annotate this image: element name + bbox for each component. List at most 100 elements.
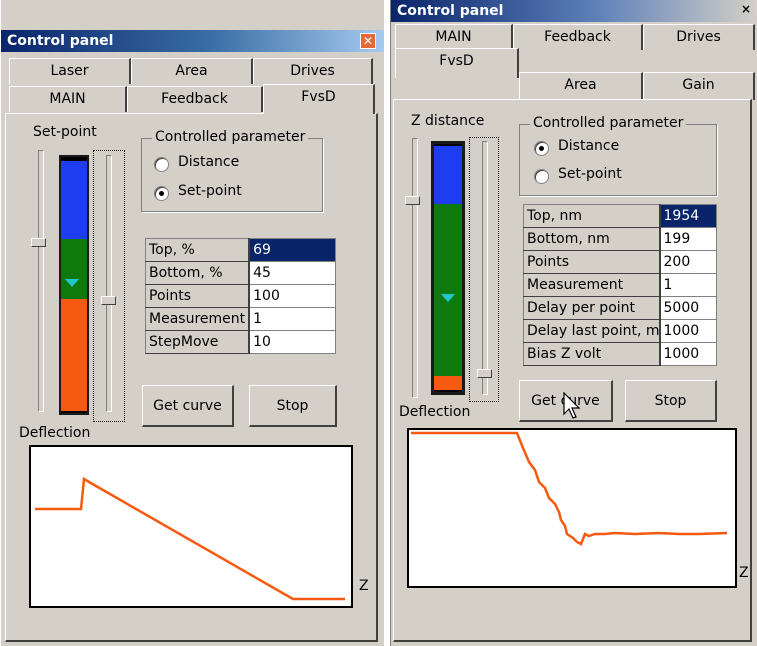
right-grid-value-bottom[interactable]: 199 [659, 227, 717, 251]
grid-row: Top, nm 1954 [523, 204, 717, 228]
left-secondary-thumb[interactable] [101, 296, 116, 305]
left-level-bar [59, 155, 89, 415]
left-bar-orange [61, 299, 87, 411]
right-grid-value-bias-z-volt[interactable]: 1000 [659, 342, 717, 366]
left-tab-fvsd[interactable]: FvsD [263, 84, 375, 114]
right-control-panel: Control panel × MAIN Feedback Drives Fvs… [390, 0, 757, 646]
left-curve-plot [29, 445, 353, 608]
left-grid-value-measurement[interactable]: 1 [248, 307, 337, 331]
left-slider-thumb[interactable] [31, 238, 46, 247]
right-tab-drives-label: Drives [676, 29, 721, 45]
left-tab-drives[interactable]: Drives [253, 58, 373, 84]
right-tab-gain[interactable]: Gain [643, 72, 755, 100]
left-grid-name-stepmove: StepMove [145, 330, 251, 354]
left-tab-main-label: MAIN [49, 91, 86, 107]
left-deflection-label: Deflection [19, 425, 91, 441]
left-radio-distance-label: Distance [178, 154, 240, 170]
left-grid-value-stepmove[interactable]: 10 [248, 330, 337, 354]
left-tab-area-label: Area [175, 63, 208, 79]
left-tab-feedback-label: Feedback [161, 91, 228, 107]
left-parameter-grid[interactable]: Top, % 69 Bottom, % 45 Points 100 Measureme… [145, 238, 337, 354]
left-setpoint-slider[interactable] [27, 150, 53, 415]
right-tab-fvsd-label: FvsD [439, 53, 474, 69]
right-grid-name-delay-per-point: Delay per point [523, 296, 661, 320]
left-secondary-slider[interactable] [95, 155, 121, 415]
right-curve-plot [407, 428, 737, 588]
left-close-icon[interactable]: ✕ [360, 33, 376, 49]
grid-row: Points 200 [523, 250, 717, 274]
right-grid-value-measurement[interactable]: 1 [659, 273, 717, 297]
right-slider-track [412, 138, 418, 398]
right-grid-value-top[interactable]: 1954 [659, 204, 717, 228]
right-bar-marker-icon [441, 294, 455, 302]
right-tab-feedback-label: Feedback [544, 29, 611, 45]
grid-row: Points 100 [145, 284, 337, 308]
left-grid-name-measurement: Measurement [145, 307, 251, 331]
right-tab-gain-label: Gain [682, 77, 715, 93]
mouse-cursor-icon [563, 392, 581, 419]
right-title-bar: Control panel × [391, 0, 757, 22]
left-tab-laser[interactable]: Laser [9, 58, 131, 84]
right-tab-main[interactable]: MAIN [395, 24, 513, 50]
left-grid-name-top: Top, % [145, 238, 251, 262]
right-curve-svg [411, 431, 728, 546]
grid-row: Delay per point 5000 [523, 296, 717, 320]
right-group-label: Controlled parameter [530, 115, 687, 131]
left-tab-main[interactable]: MAIN [9, 86, 127, 112]
grid-row: Bottom, % 45 [145, 261, 337, 285]
right-zdistance-slider[interactable] [401, 138, 427, 400]
grid-row: Bottom, nm 199 [523, 227, 717, 251]
right-grid-name-delay-last-point: Delay last point, m [523, 319, 661, 343]
right-controlled-parameter-group: Controlled parameter Distance Set-point [519, 115, 717, 196]
right-deflection-label: Deflection [399, 404, 471, 420]
left-grid-name-points: Points [145, 284, 251, 308]
right-z-label: Z [739, 565, 749, 581]
right-close-icon[interactable]: × [738, 2, 754, 18]
left-secondary-track [106, 155, 112, 412]
right-grid-name-measurement: Measurement [523, 273, 661, 297]
left-tab-laser-label: Laser [50, 63, 89, 79]
left-radio-distance[interactable] [154, 157, 169, 172]
left-bar-green [61, 239, 87, 299]
left-tab-drives-label: Drives [290, 63, 335, 79]
right-stop-button[interactable]: Stop [625, 380, 717, 422]
grid-row: StepMove 10 [145, 330, 337, 354]
left-radio-setpoint[interactable] [154, 186, 169, 201]
right-radio-distance[interactable] [534, 141, 549, 156]
right-parameter-grid[interactable]: Top, nm 1954 Bottom, nm 199 Points 200 Meas… [523, 204, 717, 366]
grid-row: Measurement 1 [523, 273, 717, 297]
left-bar-marker-icon [65, 279, 79, 287]
right-bar-orange [434, 376, 462, 390]
right-bar-green [434, 204, 462, 376]
left-control-panel: Control panel ✕ Laser Area Drives MAIN F… [0, 0, 384, 646]
left-tab-feedback[interactable]: Feedback [127, 86, 263, 112]
right-secondary-thumb[interactable] [477, 369, 492, 378]
right-tab-feedback[interactable]: Feedback [513, 24, 643, 50]
right-secondary-slider[interactable] [471, 141, 497, 397]
right-tab-main-label: MAIN [435, 29, 472, 45]
left-grid-value-bottom[interactable]: 45 [248, 261, 337, 285]
grid-row: Delay last point, m 1000 [523, 319, 717, 343]
left-title: Control panel [7, 33, 114, 49]
left-radio-setpoint-label: Set-point [178, 183, 242, 199]
grid-row: Bias Z volt 1000 [523, 342, 717, 366]
right-grid-name-bias-z-volt: Bias Z volt [523, 342, 661, 366]
left-get-curve-button[interactable]: Get curve [142, 385, 234, 427]
right-radio-setpoint[interactable] [534, 169, 549, 184]
right-grid-value-delay-per-point[interactable]: 5000 [659, 296, 717, 320]
right-tab-area[interactable]: Area [519, 72, 643, 100]
right-slider-thumb[interactable] [405, 196, 420, 205]
right-level-bar [431, 141, 465, 395]
left-tab-area[interactable]: Area [131, 58, 253, 84]
right-grid-value-delay-last-point[interactable]: 1000 [659, 319, 717, 343]
right-tab-drives[interactable]: Drives [643, 24, 755, 50]
left-grid-value-top[interactable]: 69 [248, 238, 337, 262]
right-grid-name-top: Top, nm [523, 204, 661, 228]
right-tab-area-label: Area [564, 77, 597, 93]
left-grid-value-points[interactable]: 100 [248, 284, 337, 308]
right-grid-value-points[interactable]: 200 [659, 250, 717, 274]
grid-row: Measurement 1 [145, 307, 337, 331]
right-tab-fvsd[interactable]: FvsD [395, 48, 519, 78]
right-grid-name-points: Points [523, 250, 661, 274]
left-stop-button[interactable]: Stop [249, 385, 337, 427]
